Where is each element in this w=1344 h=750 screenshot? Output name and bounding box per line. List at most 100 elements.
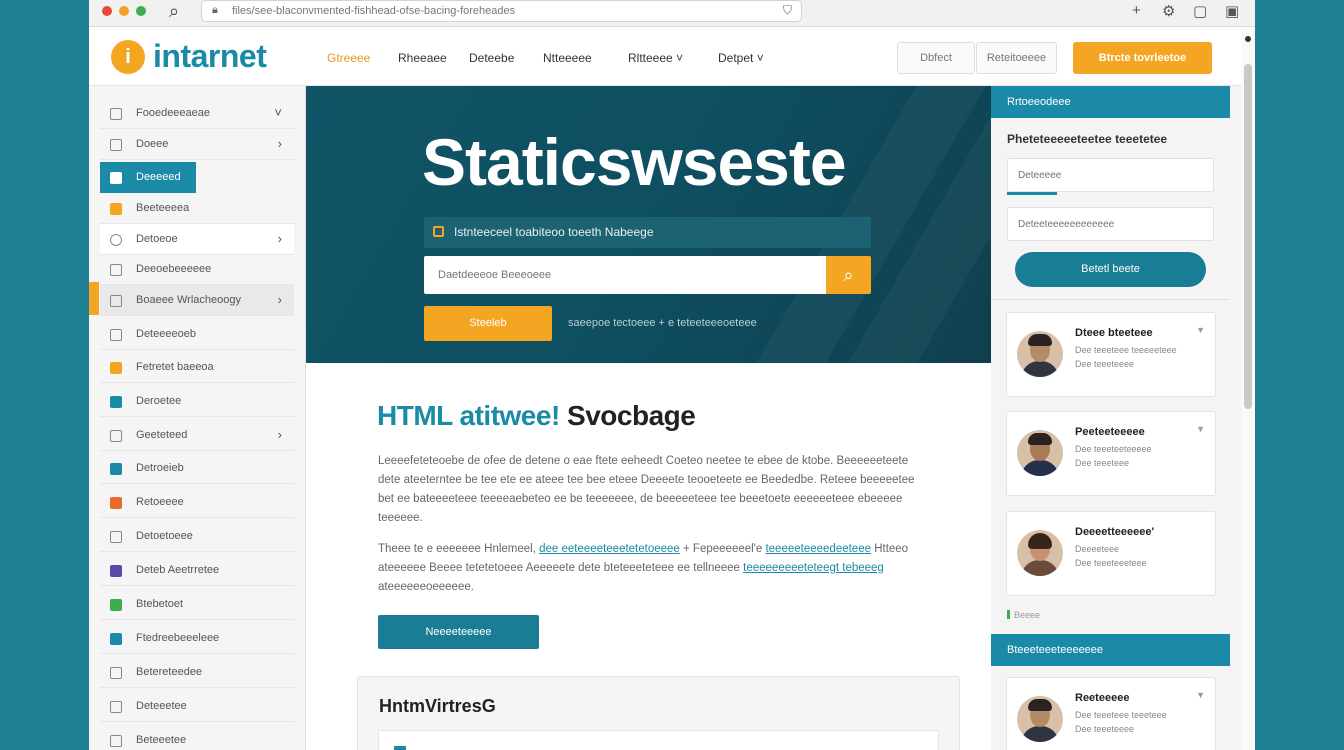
sidebar-item[interactable]: Fooedeeeaeae ˅	[100, 98, 294, 129]
sidebar-item[interactable]: Retoeeee	[100, 487, 294, 518]
nav-item-1[interactable]: Gtreeee	[327, 51, 370, 65]
sidebar-item[interactable]: Beeteeeea	[100, 193, 294, 224]
sidebar-item[interactable]: Doeee ›	[100, 129, 294, 160]
sidebar-item-label: Doeee	[136, 138, 169, 150]
chevron-icon: ›	[277, 136, 282, 151]
hero-link[interactable]: saeepoe tectoeee + e teteeteeeoeteee	[568, 317, 757, 329]
content-button[interactable]: Neeeeteeeee	[378, 615, 539, 649]
header-button-2[interactable]: Reteitoeeee	[976, 42, 1057, 74]
doc-icon	[110, 139, 122, 151]
sidebar-item[interactable]: Deteeeeoeb	[100, 319, 294, 350]
sidebar-item[interactable]: Deroetee	[100, 386, 294, 417]
close-window-button[interactable]	[102, 6, 112, 16]
scrollbar[interactable]	[1241, 27, 1255, 750]
logo-text[interactable]: intarnet	[153, 38, 267, 75]
chevron-down-icon: ˅	[756, 51, 764, 65]
sidebar-item[interactable]: Deteb Aeetrretee	[100, 555, 294, 586]
search-icon[interactable]: ⌕	[169, 1, 179, 22]
profile-detail: Dee teeeteeeteee	[1075, 558, 1147, 568]
profile-name: Dteee bteeteee	[1075, 327, 1153, 339]
minimize-window-button[interactable]	[119, 6, 129, 16]
sidebar-item[interactable]: Deeoebeeeeee	[100, 254, 294, 285]
sidebar-item-label: Boaeee Wrlacheoogy	[136, 294, 241, 306]
sidebar-item-label: Deeeeed	[136, 171, 181, 183]
maximize-window-button[interactable]	[136, 6, 146, 16]
tag-icon	[110, 565, 122, 577]
nav-item-2[interactable]: Rheeaee	[398, 51, 447, 65]
sidebar-item-label: Geeteteed	[136, 429, 188, 441]
nav-item-5-label: Rltteeee	[628, 51, 673, 65]
hero-notice-text: Istnteeceel toabiteoo toeeth Nabeege	[454, 225, 654, 239]
grid-icon	[110, 701, 122, 713]
chevron-down-icon[interactable]: ▼	[1196, 325, 1205, 335]
content-title: HTML atitwee! Svocbage	[377, 400, 696, 432]
sidebar-item-active[interactable]: Deeeeed	[100, 162, 196, 193]
right-panel-input-2[interactable]	[1007, 207, 1214, 241]
logo-icon[interactable]: i	[111, 40, 145, 74]
nav-item-4[interactable]: Ntteeeee	[543, 51, 592, 65]
sidebar-item[interactable]: Fetretet baeeoa	[100, 352, 294, 383]
sidebar-item[interactable]: Btebetoet	[100, 589, 294, 620]
search-icon[interactable]: ⌕	[826, 256, 871, 294]
monitor-icon	[110, 463, 122, 475]
profile-card-3[interactable]: Deeeetteeeeee' Deeeeteee Dee teeeteeetee…	[1006, 511, 1216, 596]
chevron-down-icon[interactable]: ▼	[1196, 690, 1205, 700]
window-menu-icon[interactable]: ▣	[1225, 2, 1239, 20]
sidebar-accent	[89, 282, 99, 315]
status-tag: Beeee	[1007, 610, 1040, 620]
sidebar-toggle-icon[interactable]: ▢	[1193, 2, 1207, 20]
sidebar-item[interactable]: Deteeetee	[100, 691, 294, 722]
profile-detail: Dee teeeteeee	[1075, 724, 1135, 734]
right-panel-subtitle: Pheteteeeeeteetee teeetetee	[1007, 132, 1168, 146]
chevron-icon: ›	[277, 292, 282, 307]
content-link-3[interactable]: teeeeeeeeeteteegt tebeeeg	[743, 562, 884, 574]
profile-card-1[interactable]: Dteee bteeteee Dee teeeteee teeeeeteee D…	[1006, 312, 1216, 397]
content-link-1[interactable]: dee eeteeeeteeetetetoeeee	[539, 543, 680, 555]
sidebar-item[interactable]: Detroeieb	[100, 453, 294, 484]
content-paragraph-1: Leeeefeteteoebe de ofee de detene o eae …	[378, 455, 915, 524]
extensions-icon[interactable]: ⚙	[1162, 2, 1175, 20]
bookmark-icon[interactable]: ⛉	[783, 3, 792, 18]
sidebar-item[interactable]: Detoetoeee	[100, 521, 294, 552]
new-tab-icon[interactable]: +	[1132, 2, 1141, 19]
sidebar-item[interactable]: Geeteteed ›	[100, 420, 294, 451]
star-icon	[110, 362, 122, 374]
sidebar-item[interactable]: Boaeee Wrlacheoogy ›	[100, 285, 294, 316]
content-link-2[interactable]: teeeeeteeeedeeteee	[765, 543, 871, 555]
address-bar[interactable]: 🔒︎ files/see-blaconvmented-fishhead-ofse…	[201, 0, 802, 22]
scrollbar-thumb[interactable]	[1244, 64, 1252, 409]
sidebar-item[interactable]: Ftedreebeeeleee	[100, 623, 294, 654]
content-title-accent: HTML atitwee!	[377, 400, 560, 431]
chevron-down-icon[interactable]: ▼	[1196, 424, 1205, 434]
nav-item-3[interactable]: Deteebe	[469, 51, 514, 65]
right-panel-button[interactable]: Betetl beete	[1015, 252, 1206, 287]
browser-window: ⌕ 🔒︎ files/see-blaconvmented-fishhead-of…	[89, 0, 1255, 750]
cta-button[interactable]: Btrcte tovrleetoe	[1073, 42, 1212, 74]
right-panel-input-1[interactable]	[1007, 158, 1214, 192]
profile-name: Peeteeteeeee	[1075, 426, 1145, 438]
nav-item-6-label: Detpet	[718, 51, 754, 65]
nav-item-6[interactable]: Detpet ˅	[718, 51, 764, 65]
profile-card-4[interactable]: Reeteeeee Dee teeeteee teeeteee Dee teee…	[1006, 677, 1216, 750]
sidebar-item[interactable]: Beteeetee	[100, 725, 294, 750]
sidebar-item-label: Deteeeeoeb	[136, 328, 196, 340]
image-icon	[110, 396, 122, 408]
sidebar-item[interactable]: Detoeoe ›	[100, 224, 294, 255]
grid-icon	[110, 295, 122, 307]
sidebar-item[interactable]: Betereteedee	[100, 657, 294, 688]
sidebar-item-label: Retoeeee	[136, 496, 184, 508]
scroll-up-arrow[interactable]	[1245, 36, 1251, 42]
avatar	[1017, 430, 1063, 476]
profile-detail: Deeeeteee	[1075, 544, 1120, 554]
profile-detail: Dee teeeteeteeeee	[1075, 444, 1152, 454]
info-icon	[433, 226, 444, 237]
avatar	[1017, 696, 1063, 742]
profile-card-2[interactable]: Peeteeteeeee Dee teeeteeteeeee Dee teeet…	[1006, 411, 1216, 496]
header-button-1[interactable]: Dbfect	[897, 42, 975, 74]
hero-button[interactable]: Steeleb	[424, 306, 552, 341]
sidebar-item-label: Beteeetee	[136, 734, 187, 746]
nav-item-5[interactable]: Rltteeee ˅	[628, 51, 683, 65]
avatar	[1017, 530, 1063, 576]
hero-search-input[interactable]	[424, 256, 827, 294]
sidebar-item-label: Deteeetee	[136, 700, 187, 712]
